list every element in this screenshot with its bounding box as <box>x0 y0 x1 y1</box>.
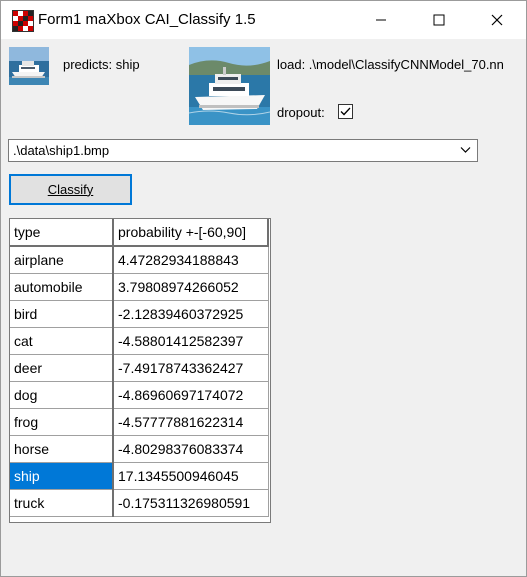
window-title: Form1 maXbox CAI_Classify 1.5 <box>38 11 256 28</box>
maximize-icon <box>433 14 445 26</box>
type-cell: dog <box>10 381 114 409</box>
model-path-label: load: .\model\ClassifyCNNModel_70.nn <box>277 57 504 72</box>
main-window: Form1 maXbox CAI_Classify 1.5 predicts: … <box>0 0 527 577</box>
preview-image <box>189 47 270 125</box>
image-path-value: .\data\ship1.bmp <box>13 143 110 158</box>
table-row[interactable]: horse -4.80298376083374 <box>10 435 269 463</box>
image-path-combobox[interactable]: .\data\ship1.bmp <box>8 139 478 162</box>
close-button[interactable] <box>468 1 526 39</box>
chevron-down-icon[interactable] <box>460 146 471 154</box>
probability-cell[interactable]: -4.58801412582397 <box>113 327 269 355</box>
type-cell: automobile <box>10 273 114 301</box>
table-row-selected[interactable]: ship 17.1345500946045 <box>10 462 269 490</box>
dropout-label: dropout: <box>277 105 325 120</box>
type-cell: airplane <box>10 246 114 274</box>
table-row[interactable]: deer -7.49178743362427 <box>10 354 269 382</box>
type-cell: deer <box>10 354 114 382</box>
app-icon <box>12 10 34 32</box>
table-row[interactable]: automobile 3.79808974266052 <box>10 273 269 301</box>
type-cell: horse <box>10 435 114 463</box>
results-table: type probability +-[-60,90] airplane 4.4… <box>10 219 269 517</box>
prediction-label: predicts: ship <box>63 57 140 72</box>
classify-button-label: Classify <box>47 182 94 197</box>
probability-cell[interactable]: 4.47282934188843 <box>113 246 269 274</box>
header-row: type probability +-[-60,90] <box>10 219 269 247</box>
type-cell: cat <box>10 327 114 355</box>
table-row[interactable]: bird -2.12839460372925 <box>10 300 269 328</box>
column-header-probability: probability +-[-60,90] <box>113 219 269 247</box>
probability-cell[interactable]: -0.175311326980591 <box>113 489 269 517</box>
probability-cell[interactable]: 3.79808974266052 <box>113 273 269 301</box>
results-grid[interactable]: type probability +-[-60,90] airplane 4.4… <box>9 218 271 523</box>
dropout-checkbox[interactable] <box>338 104 353 119</box>
maximize-button[interactable] <box>410 1 468 39</box>
probability-cell[interactable]: 17.1345500946045 <box>113 462 269 490</box>
table-row[interactable]: airplane 4.47282934188843 <box>10 246 269 274</box>
table-row[interactable]: cat -4.58801412582397 <box>10 327 269 355</box>
probability-cell[interactable]: -4.57777881622314 <box>113 408 269 436</box>
minimize-icon <box>376 19 386 21</box>
type-cell: truck <box>10 489 114 517</box>
ship-image-large <box>189 47 270 125</box>
close-icon <box>491 14 503 26</box>
type-cell: frog <box>10 408 114 436</box>
probability-cell[interactable]: -2.12839460372925 <box>113 300 269 328</box>
input-image-thumbnail <box>9 47 49 85</box>
ship-image <box>9 47 49 85</box>
table-row[interactable]: dog -4.86960697174072 <box>10 381 269 409</box>
probability-cell[interactable]: -4.86960697174072 <box>113 381 269 409</box>
type-cell-selected[interactable]: ship <box>10 462 114 490</box>
table-row[interactable]: truck -0.175311326980591 <box>10 489 269 517</box>
checkmark-icon <box>340 107 351 116</box>
title-bar[interactable]: Form1 maXbox CAI_Classify 1.5 <box>1 1 526 39</box>
minimize-button[interactable] <box>352 1 410 39</box>
column-header-type: type <box>10 219 114 247</box>
probability-cell[interactable]: -7.49178743362427 <box>113 354 269 382</box>
probability-cell[interactable]: -4.80298376083374 <box>113 435 269 463</box>
classify-button[interactable]: Classify <box>9 174 132 205</box>
table-row[interactable]: frog -4.57777881622314 <box>10 408 269 436</box>
type-cell: bird <box>10 300 114 328</box>
